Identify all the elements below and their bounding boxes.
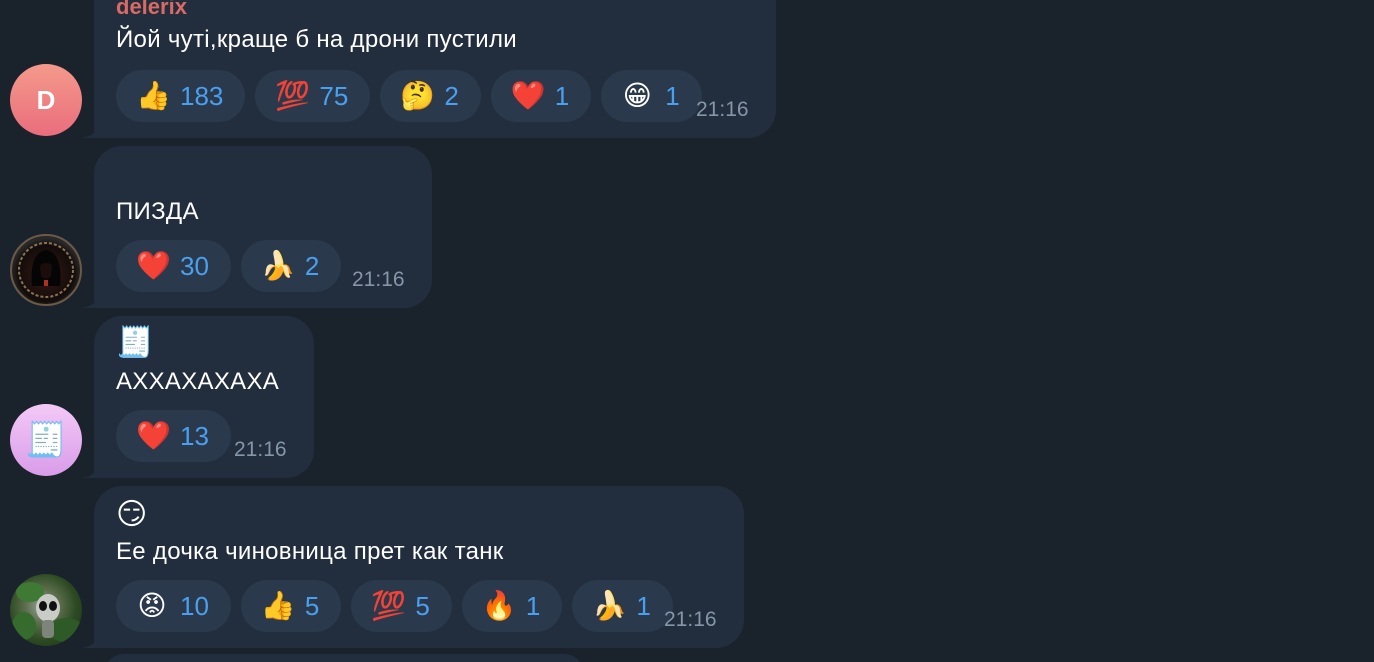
red-heart-icon: ❤️: [136, 420, 171, 451]
reaction-thinking[interactable]: 🤔 2: [380, 70, 481, 122]
message-bubble[interactable]: 😏 Ее дочка чиновница прет как танк 😡 10 …: [82, 486, 744, 648]
avatar[interactable]: [10, 574, 82, 646]
message-row: D delerix Йой чуті,краще б на дрони пуст…: [0, 0, 1374, 140]
reaction-count: 5: [415, 590, 430, 621]
reaction-thumbs-up[interactable]: 👍 5: [240, 580, 342, 632]
reaction-count: 183: [180, 80, 224, 111]
reactions-bar: 👍 183 💯 75 🤔 2 ❤️ 1 😁 1: [116, 70, 702, 122]
hooded-figure-icon: [18, 242, 74, 298]
reaction-thumbs-up[interactable]: 👍 183: [116, 70, 246, 122]
message-time: 21:16: [664, 608, 717, 631]
reaction-count: 2: [304, 250, 320, 281]
thumbs-up-icon: 👍: [136, 80, 171, 111]
message-row: 😏 Ее дочка чиновница прет как танк 😡 10 …: [0, 486, 1374, 656]
avatar-letter: D: [36, 84, 56, 115]
thinking-face-icon: 🤔: [400, 80, 436, 111]
reaction-hundred[interactable]: 💯 5: [351, 580, 452, 632]
message-time: 21:16: [352, 268, 405, 291]
reaction-heart[interactable]: ❤️ 1: [490, 70, 592, 122]
thumbs-up-icon: 👍: [260, 590, 296, 621]
reaction-count: 13: [180, 420, 209, 451]
fire-icon: 🔥: [481, 590, 517, 621]
reaction-count: 1: [525, 590, 541, 621]
reaction-count: 5: [304, 590, 320, 621]
reactions-bar: ❤️ 30 🍌 2: [116, 240, 342, 292]
reactions-bar: 😡 10 👍 5 💯 5 🔥 1 🍌 1: [116, 580, 673, 632]
reaction-heart[interactable]: ❤️ 30: [116, 240, 231, 292]
avatar[interactable]: 🧾: [10, 404, 82, 476]
reaction-count: 30: [180, 250, 209, 281]
banana-icon: 🍌: [592, 590, 628, 621]
receipt-emoji: 🧾: [116, 326, 154, 359]
avatar[interactable]: D: [10, 64, 82, 136]
reaction-count: 2: [444, 80, 459, 111]
message-bubble[interactable]: delerix Йой чуті,краще б на дрони пустил…: [82, 0, 776, 138]
reaction-banana[interactable]: 🍌 2: [240, 240, 342, 292]
reaction-count: 75: [319, 80, 349, 111]
message-time: 21:16: [234, 438, 287, 461]
hundred-points-icon: 💯: [275, 80, 311, 111]
message-text: Йой чуті,краще б на дрони пустили: [116, 26, 518, 53]
next-message-bubble[interactable]: [104, 654, 584, 662]
message-text: АХХАХАХАХА: [116, 368, 280, 395]
message-bubble[interactable]: ПИЗДА ❤️ 30 🍌 2 21:16: [82, 146, 432, 308]
hundred-points-icon: 💯: [371, 590, 407, 621]
banana-icon: 🍌: [260, 250, 296, 281]
smirking-face-emoji: 😏: [116, 498, 148, 531]
reaction-heart[interactable]: ❤️ 13: [116, 410, 231, 462]
reaction-fire[interactable]: 🔥 1: [461, 580, 563, 632]
message-bubble[interactable]: 🧾 АХХАХАХАХА ❤️ 13 21:16: [82, 316, 314, 478]
reaction-count: 10: [180, 590, 209, 621]
reaction-angry[interactable]: 😡 10: [116, 580, 231, 632]
message-time: 21:16: [696, 98, 749, 121]
reaction-count: 1: [636, 590, 651, 621]
sender-name[interactable]: delerix: [116, 0, 187, 20]
angry-face-icon: 😡: [137, 590, 167, 621]
reaction-banana[interactable]: 🍌 1: [572, 580, 673, 632]
alien-figure-icon: [12, 582, 82, 642]
avatar[interactable]: [10, 234, 82, 306]
message-row: 🧾 🧾 АХХАХАХАХА ❤️ 13 21:16: [0, 316, 1374, 480]
receipt-icon: 🧾: [24, 421, 68, 459]
message-text: ПИЗДА: [116, 198, 199, 225]
reaction-hundred[interactable]: 💯 75: [255, 70, 371, 122]
reactions-bar: ❤️ 13: [116, 410, 231, 462]
reaction-count: 1: [554, 80, 570, 111]
beaming-face-icon: 😁: [622, 80, 652, 111]
message-text: Ее дочка чиновница прет как танк: [116, 538, 504, 565]
reaction-count: 1: [665, 80, 680, 111]
red-heart-icon: ❤️: [510, 80, 546, 111]
message-row: ПИЗДА ❤️ 30 🍌 2 21:16: [0, 146, 1374, 310]
red-heart-icon: ❤️: [136, 250, 171, 281]
reaction-beaming[interactable]: 😁 1: [601, 70, 702, 122]
